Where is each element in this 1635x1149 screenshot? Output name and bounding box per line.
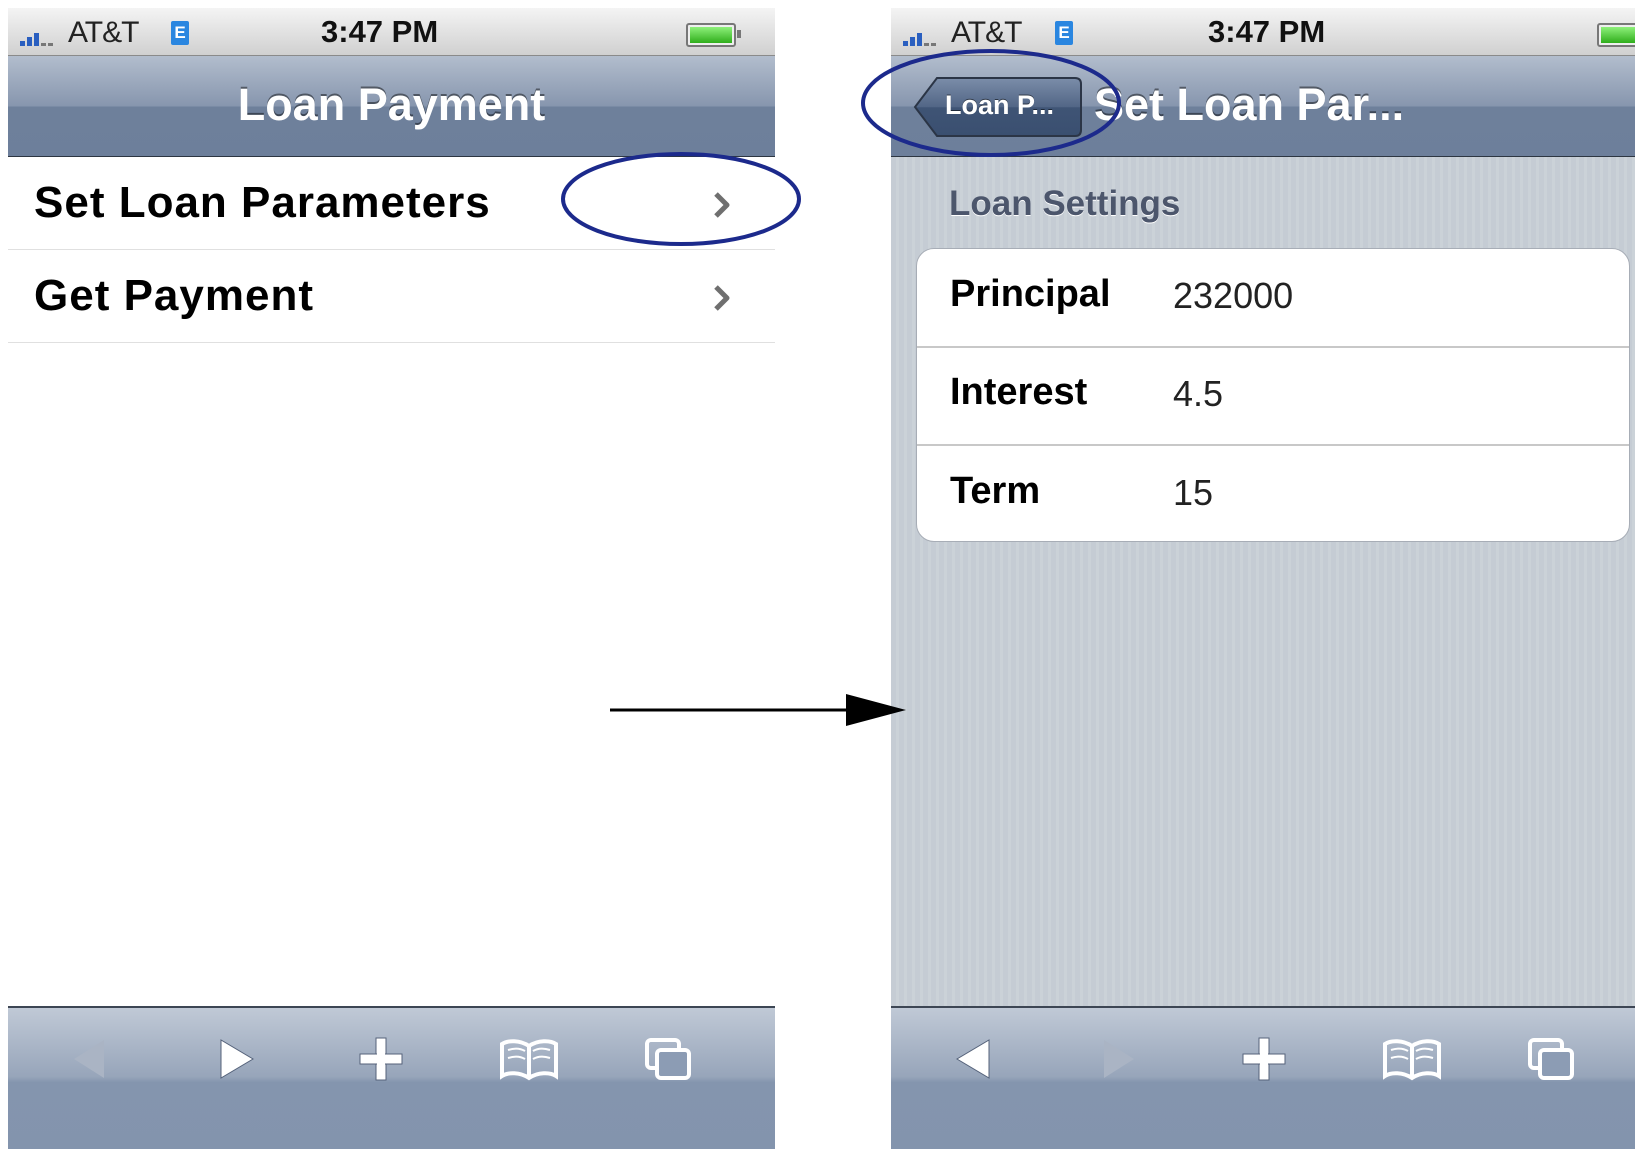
pages-icon[interactable] [643, 1036, 695, 1082]
highlight-circle-back-button [861, 49, 1121, 157]
forward-arrow-icon[interactable] [1096, 1036, 1142, 1082]
signal-strength-icon [20, 26, 60, 46]
term-field[interactable]: 15 [1173, 472, 1213, 514]
term-row[interactable]: Term 15 [917, 446, 1629, 543]
forward-arrow-icon[interactable] [213, 1036, 259, 1082]
status-time: 3:47 PM [321, 14, 439, 49]
principal-field[interactable]: 232000 [1173, 275, 1293, 317]
battery-icon [686, 23, 741, 47]
signal-strength-icon [903, 26, 943, 46]
section-header: Loan Settings [949, 184, 1181, 223]
back-arrow-icon[interactable] [68, 1036, 114, 1082]
interest-field[interactable]: 4.5 [1173, 373, 1223, 415]
browser-toolbar [891, 1006, 1635, 1149]
pages-icon[interactable] [1526, 1036, 1578, 1082]
list-item-get-payment[interactable]: Get Payment [8, 250, 775, 343]
page-title: Loan Payment [237, 79, 546, 130]
add-bookmark-icon[interactable] [358, 1036, 404, 1082]
page-title: Set Loan Par... [1094, 79, 1405, 130]
edge-network-icon: E [171, 21, 189, 45]
battery-icon [1597, 23, 1635, 47]
transition-arrow [610, 694, 906, 726]
carrier-name: AT&T [68, 16, 139, 49]
add-bookmark-icon[interactable] [1241, 1036, 1287, 1082]
navigation-bar: Loan Payment [8, 56, 775, 157]
status-time: 3:47 PM [1208, 14, 1326, 49]
back-arrow-icon[interactable] [951, 1036, 997, 1082]
chevron-right-icon [714, 285, 730, 311]
highlight-circle-chevron [561, 152, 801, 246]
bookmarks-icon[interactable] [498, 1036, 560, 1082]
bookmarks-icon[interactable] [1381, 1036, 1443, 1082]
interest-row[interactable]: Interest 4.5 [917, 347, 1629, 446]
status-bar: AT&T E 3:47 PM [8, 8, 775, 56]
list-item-label: Get Payment [34, 271, 314, 320]
list-item-label: Set Loan Parameters [34, 178, 491, 227]
edge-network-icon: E [1055, 21, 1073, 45]
principal-row[interactable]: Principal 232000 [917, 249, 1629, 348]
loan-settings-group: Principal 232000 Interest 4.5 Term 15 [916, 248, 1630, 542]
field-label: Interest [950, 371, 1088, 413]
field-label: Term [950, 470, 1041, 512]
set-loan-parameters-screen: AT&T E 3:47 PM Loan P... Set Loan Par... [891, 8, 1635, 1149]
field-label: Principal [950, 273, 1111, 315]
browser-toolbar [8, 1006, 775, 1149]
